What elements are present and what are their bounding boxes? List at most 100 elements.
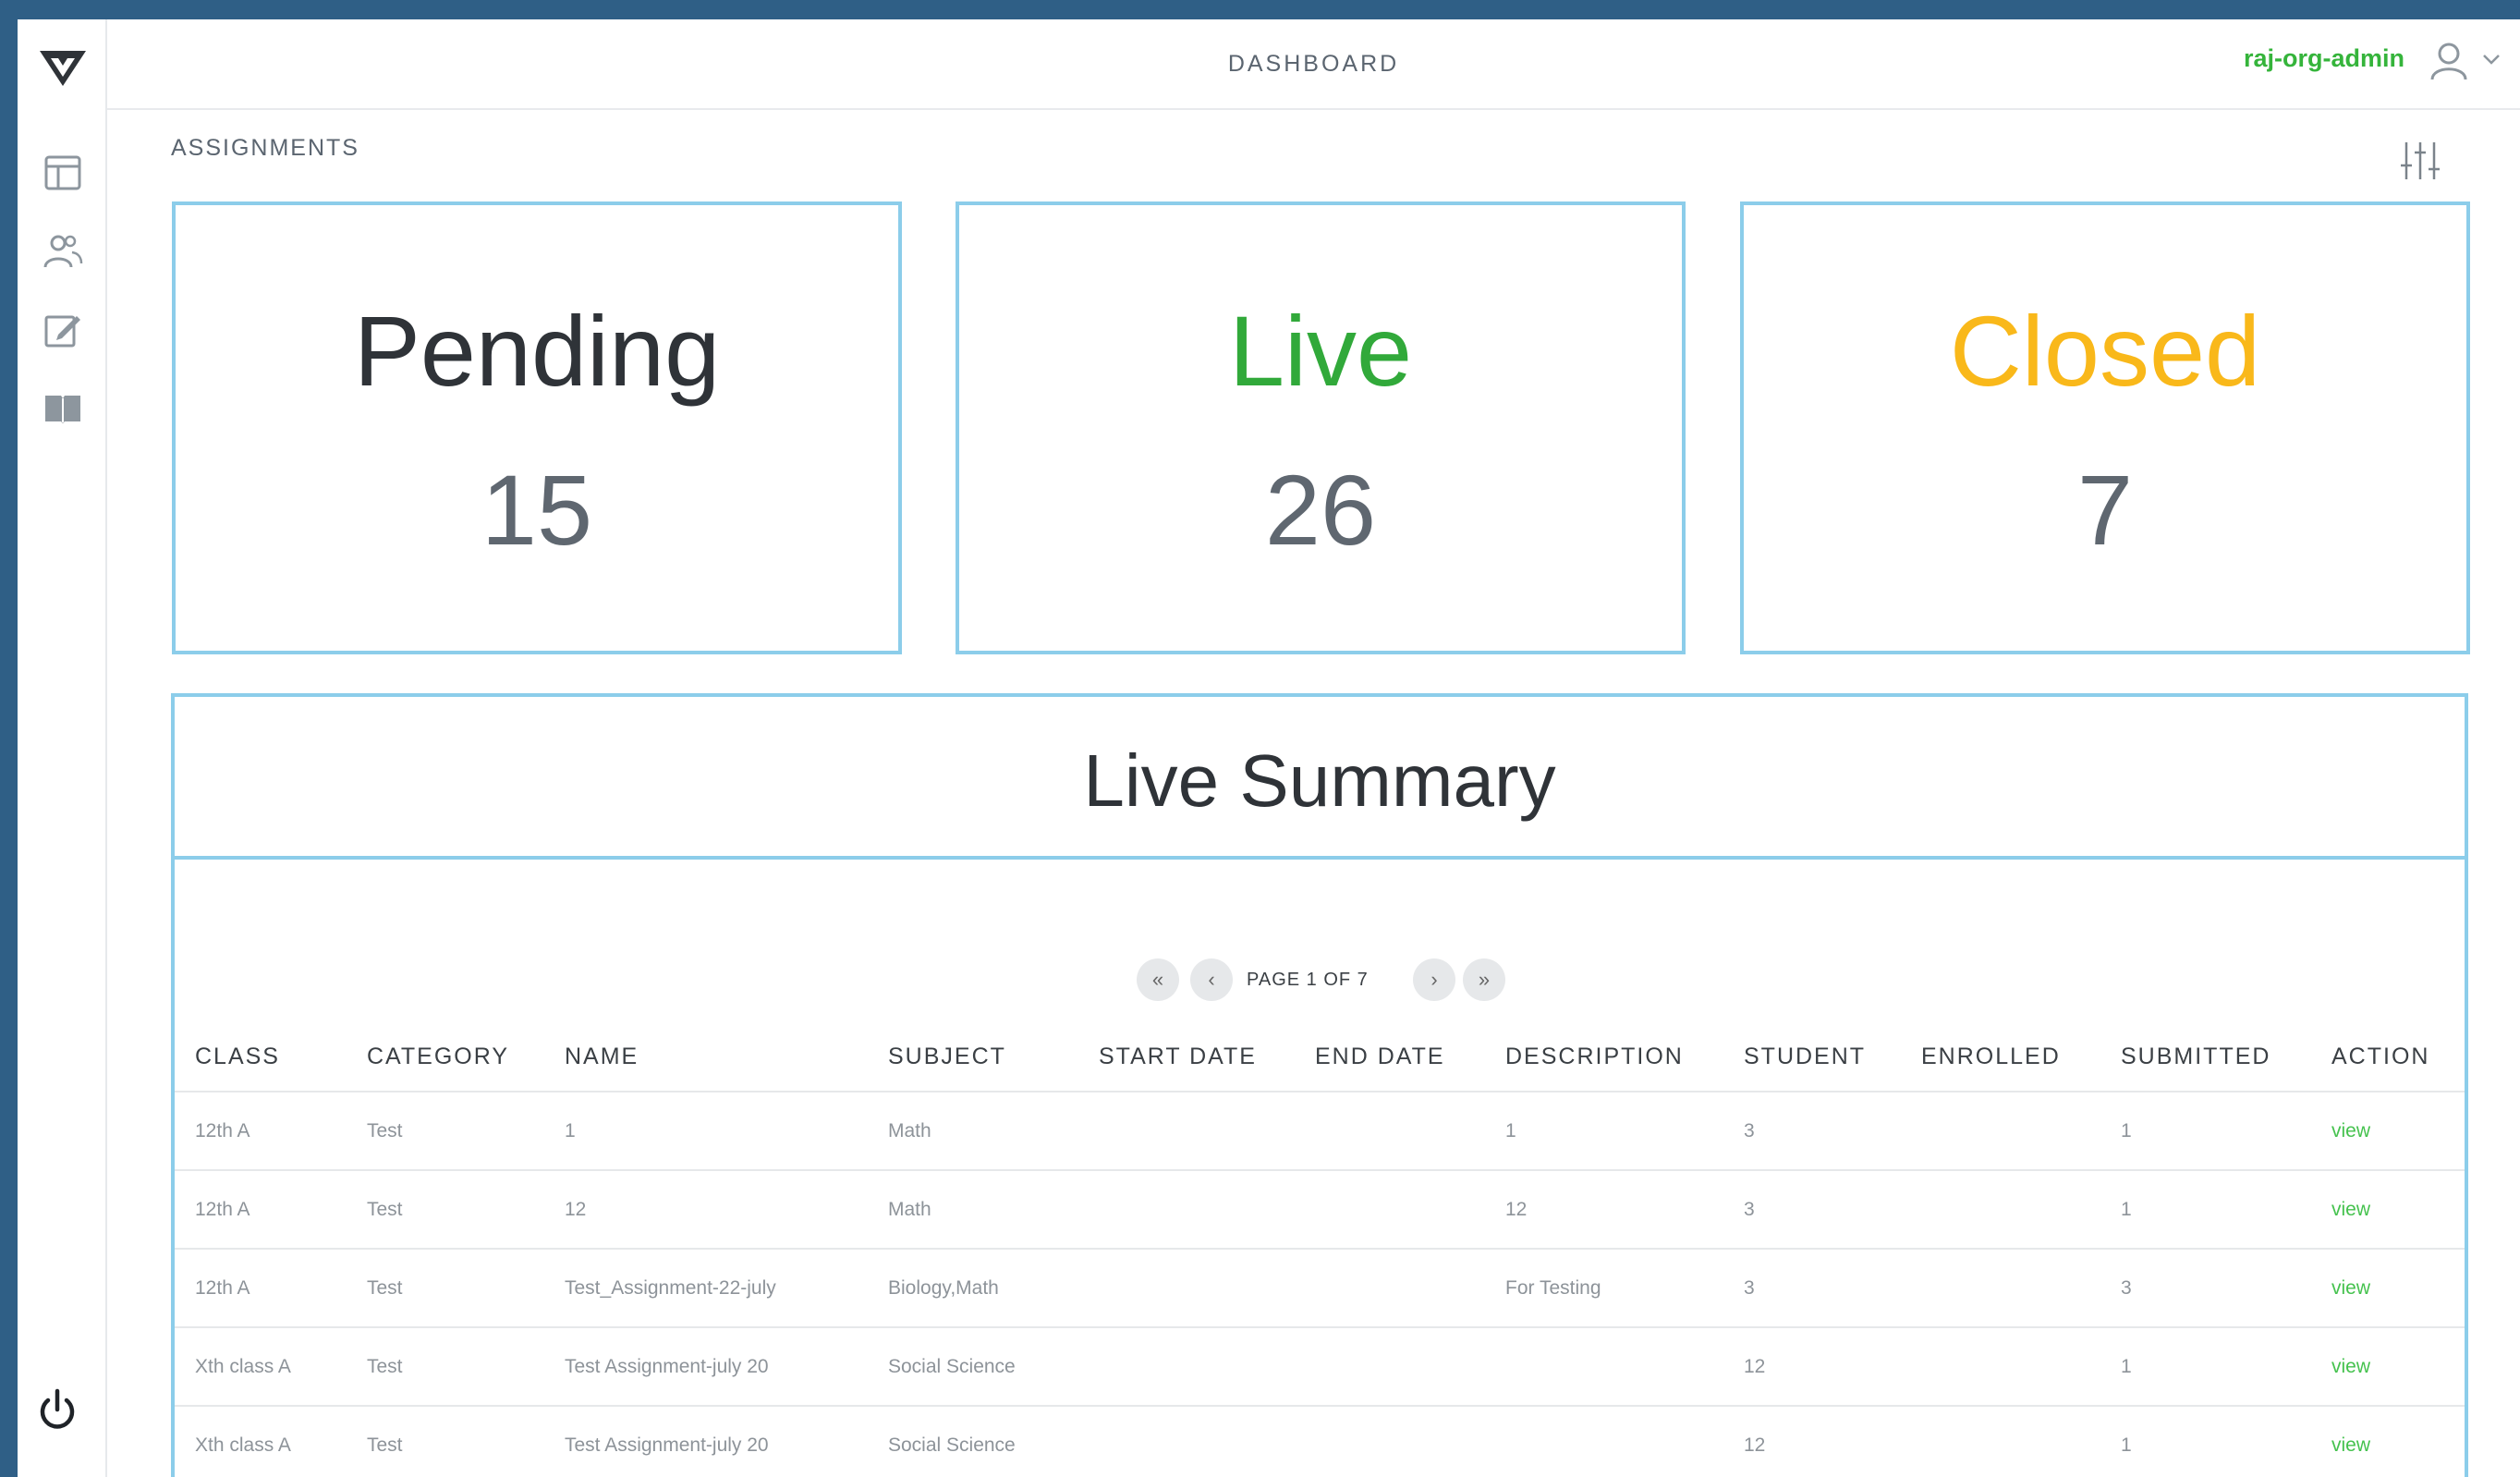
user-name[interactable]: raj-org-admin (2244, 44, 2404, 73)
next-page-button[interactable]: › (1413, 958, 1455, 1001)
table-cell: Biology,Math (868, 1249, 1078, 1328)
app-window: DASHBOARD raj-org-admin ASSIGNMENTS Pend… (18, 19, 2520, 1477)
table-row: Xth class A Test Test Assignment-july 20 So… (175, 1406, 2465, 1477)
view-link[interactable]: view (2311, 1406, 2465, 1477)
table-header-row: CLASS CATEGORY NAME SUBJECT START DATE E… (175, 1022, 2465, 1092)
table-cell: Test Assignment-july 20 (544, 1327, 868, 1407)
table-cell: Test Assignment-july 20 (544, 1406, 868, 1477)
table-cell: 12 (544, 1170, 868, 1250)
first-page-button[interactable]: « (1137, 958, 1179, 1001)
summary-header: Live Summary (175, 697, 2465, 860)
table-row: 12th A Test 12 Math 12 3 1 view (175, 1170, 2465, 1250)
table-cell (1901, 1327, 2100, 1407)
column-header[interactable]: ENROLLED (1901, 1022, 2100, 1092)
table-cell (1901, 1249, 2100, 1328)
sliders-icon[interactable] (2397, 140, 2443, 182)
table-cell: Test (347, 1327, 544, 1407)
table-cell: For Testing (1485, 1249, 1723, 1328)
table-cell: Test (347, 1406, 544, 1477)
table-cell (1901, 1092, 2100, 1171)
table-cell: Xth class A (175, 1327, 347, 1407)
table-cell: 1 (1485, 1092, 1723, 1171)
closed-card[interactable]: Closed 7 (1740, 201, 2470, 654)
table-cell: 1 (2100, 1327, 2311, 1407)
layout-icon[interactable] (42, 152, 84, 194)
table-cell (1485, 1406, 1723, 1477)
live-card[interactable]: Live 26 (956, 201, 1686, 654)
assignments-table: CLASS CATEGORY NAME SUBJECT START DATE E… (175, 1022, 2465, 1477)
prev-page-button[interactable]: ‹ (1190, 958, 1233, 1001)
card-label: Live (1228, 295, 1413, 407)
table-cell: Xth class A (175, 1406, 347, 1477)
table-cell: Test_Assignment-22-july (544, 1249, 868, 1328)
table-cell: 12 (1723, 1327, 1901, 1407)
table-cell (1295, 1170, 1485, 1250)
summary-title: Live Summary (1083, 739, 1556, 822)
table-row: 12th A Test 1 Math 1 3 1 view (175, 1092, 2465, 1171)
table-cell (1295, 1249, 1485, 1328)
view-link[interactable]: view (2311, 1170, 2465, 1250)
book-icon[interactable] (42, 386, 84, 429)
column-header[interactable]: SUBJECT (868, 1022, 1078, 1092)
table-cell: 1 (2100, 1170, 2311, 1250)
card-value: 7 (2076, 454, 2134, 566)
column-header[interactable]: STUDENT (1723, 1022, 1901, 1092)
table-cell (1078, 1170, 1295, 1250)
view-link[interactable]: view (2311, 1327, 2465, 1407)
pending-card[interactable]: Pending 15 (172, 201, 902, 654)
power-icon[interactable] (36, 1387, 79, 1434)
logo[interactable] (38, 47, 88, 90)
card-label: Pending (353, 295, 721, 407)
table-body: 12th A Test 1 Math 1 3 1 view 12th A Test 12 Math 12… (175, 1092, 2465, 1477)
table-cell: 3 (1723, 1092, 1901, 1171)
table-cell: 3 (2100, 1249, 2311, 1328)
card-value: 15 (481, 454, 593, 566)
table-cell (1078, 1092, 1295, 1171)
column-header[interactable]: START DATE (1078, 1022, 1295, 1092)
user-icon[interactable] (2426, 38, 2472, 84)
column-header[interactable]: END DATE (1295, 1022, 1485, 1092)
column-header[interactable]: CLASS (175, 1022, 347, 1092)
table-cell: Social Science (868, 1327, 1078, 1407)
column-header[interactable]: NAME (544, 1022, 868, 1092)
chevron-down-icon[interactable] (2479, 47, 2503, 71)
table-cell: Test (347, 1249, 544, 1328)
table-cell: 3 (1723, 1249, 1901, 1328)
table-cell: 1 (2100, 1092, 2311, 1171)
users-icon[interactable] (42, 230, 84, 273)
table-cell (1078, 1327, 1295, 1407)
column-header[interactable]: DESCRIPTION (1485, 1022, 1723, 1092)
table-cell (1485, 1327, 1723, 1407)
table-cell: 12th A (175, 1092, 347, 1171)
table-cell: 1 (544, 1092, 868, 1171)
table-cell: 12th A (175, 1170, 347, 1250)
table-cell: 3 (1723, 1170, 1901, 1250)
table-cell: 1 (2100, 1406, 2311, 1477)
last-page-button[interactable]: » (1463, 958, 1505, 1001)
table-cell (1901, 1170, 2100, 1250)
table-cell (1295, 1327, 1485, 1407)
view-link[interactable]: view (2311, 1249, 2465, 1328)
table-cell (1078, 1249, 1295, 1328)
table-cell (1078, 1406, 1295, 1477)
page-title: DASHBOARD (1227, 51, 1400, 77)
top-header: DASHBOARD raj-org-admin (107, 19, 2520, 110)
column-header[interactable]: CATEGORY (347, 1022, 544, 1092)
table-row: 12th A Test Test_Assignment-22-july Biology… (175, 1249, 2465, 1328)
table-cell: Test (347, 1170, 544, 1250)
column-header[interactable]: SUBMITTED (2100, 1022, 2311, 1092)
table-cell: 12th A (175, 1249, 347, 1328)
sidebar (18, 19, 107, 1477)
table-row: Xth class A Test Test Assignment-july 20 So… (175, 1327, 2465, 1407)
table-cell (1295, 1092, 1485, 1171)
table-cell: 12 (1485, 1170, 1723, 1250)
view-link[interactable]: view (2311, 1092, 2465, 1171)
card-label: Closed (1949, 295, 2261, 407)
table-cell: Math (868, 1092, 1078, 1171)
edit-icon[interactable] (42, 309, 84, 351)
column-header[interactable]: ACTION (2311, 1022, 2465, 1092)
table-cell: Test (347, 1092, 544, 1171)
card-value: 26 (1264, 454, 1377, 566)
table-cell: Math (868, 1170, 1078, 1250)
table-cell: 12 (1723, 1406, 1901, 1477)
